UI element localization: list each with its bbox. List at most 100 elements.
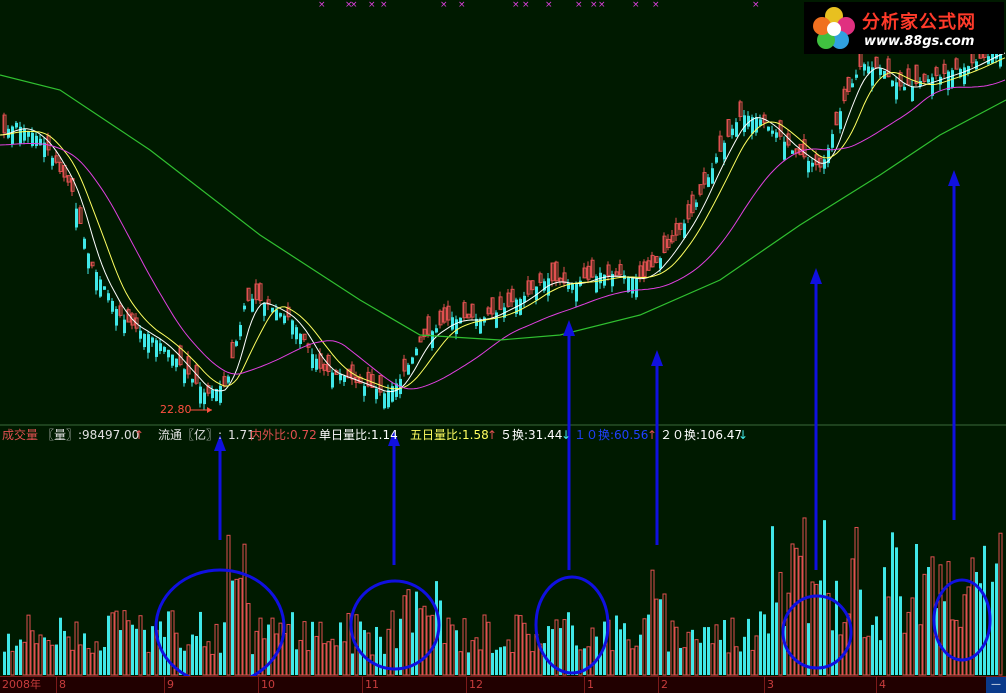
volume-bar-up [246,603,251,676]
volume-bar-up [30,630,35,676]
volume-bar-up [938,564,943,676]
turnover-10-arrow-icon: ↑ [647,428,658,442]
volume-bar-down [495,649,498,675]
volume-bar-down [559,628,562,675]
volume-bar-up [26,614,31,676]
candle-down [823,159,826,169]
volume-bar-up [798,555,803,676]
volume-bar-up [258,617,263,676]
candle-down [171,354,174,366]
candle-down [23,128,26,141]
candle-down [263,303,266,316]
volume-bar-down [759,611,762,675]
volume-bar-up [114,610,119,676]
volume-bar-up [202,646,207,676]
volume-bar-up [954,619,959,676]
volume-bar-down [991,581,994,675]
volume-bar-up [854,526,859,676]
volume-bar-up [94,641,99,676]
volume-bar-down [103,646,106,675]
candle-down [911,86,914,101]
volume-bar-down [467,652,470,675]
volume-bar-down [191,634,194,675]
top-signal-mark: × [350,0,358,10]
volume-bar-up [514,614,519,676]
volume-bar-up [710,643,715,676]
annotation-arrowhead [948,170,960,186]
volume-bar-down [359,621,362,675]
candle-down [203,392,206,405]
volume-bar-down [943,601,946,675]
volume-bar-up [902,632,907,676]
turnover-10: １０换:60.56 [574,428,649,442]
volume-bar-up [650,569,655,676]
volume-bar-down [411,632,414,675]
axis-label-month: 4 [879,678,886,691]
volume-bar-up [714,624,719,676]
volume-bar-up [74,621,79,676]
volume-bar-down [183,650,186,675]
volume-bar-up [470,640,475,676]
volume-bar-up [630,648,635,676]
volume-bar-down [199,611,202,675]
candle-down [115,308,118,326]
top-signal-mark: × [440,0,448,10]
candle-down [519,298,522,315]
volume-bar-up [330,638,335,676]
volume-bar-down [7,633,10,675]
candle-down [867,66,870,74]
volume-bar-down [339,622,342,675]
top-signal-mark: × [522,0,530,10]
volume-bar-up [862,637,867,676]
volume-bar-down [119,630,122,675]
candle-down [239,325,242,337]
volume-bar-up [446,617,451,676]
volume-bar-up [786,592,791,676]
volume-bar-up [670,620,675,676]
candle-down [183,369,186,384]
volume-bar-up [674,626,679,676]
candle-down [715,157,718,163]
candle-down [163,347,166,352]
volume-bar-up [346,612,351,676]
five-day-arrow-icon: ↑ [487,428,498,442]
logo-url: www.88gs.com [864,34,975,49]
candle-down [387,390,390,408]
volume-bar-down [107,615,110,675]
top-signal-mark: × [318,0,326,10]
candle-down [451,317,454,330]
volume-bar-down [383,653,386,675]
volume-bar-up [654,598,659,676]
volume-bar-down [707,627,710,675]
volume-bar-up [22,641,27,676]
volume-bar-down [231,580,234,675]
axis-label-month: 11 [365,678,379,691]
volume-bar-down [395,648,398,675]
top-signal-mark: × [598,0,606,10]
volume-bar-down [883,567,886,675]
volume-bar-up [46,639,51,676]
volume-bar-down [571,625,574,675]
logo-text: 分析家公式网 [862,12,976,33]
volume-bar-down [575,645,578,675]
volume-bar-down [871,624,874,675]
volume-bar-up [342,641,347,676]
volume-label[interactable]: 成交量 [2,426,38,444]
ma-line-fast [0,52,1006,393]
volume-bar-down [131,624,134,675]
volume-bar-up [510,652,515,676]
axis-end-button[interactable]: — [986,677,1006,693]
volume-bar-up [518,615,523,676]
candle-down [839,111,842,130]
volume-bar-down [375,626,378,675]
volume-bar-up [586,646,591,676]
top-signal-mark: × [575,0,583,10]
volume-bar-up [906,611,911,676]
volume-bar-down [19,639,22,675]
candle-down [659,258,662,269]
volume-bar-down [615,615,618,675]
volume-bar-up [886,596,891,676]
candle-down [807,160,810,173]
axis-label-year: 2008年 [2,678,41,691]
candle-down [103,286,106,290]
